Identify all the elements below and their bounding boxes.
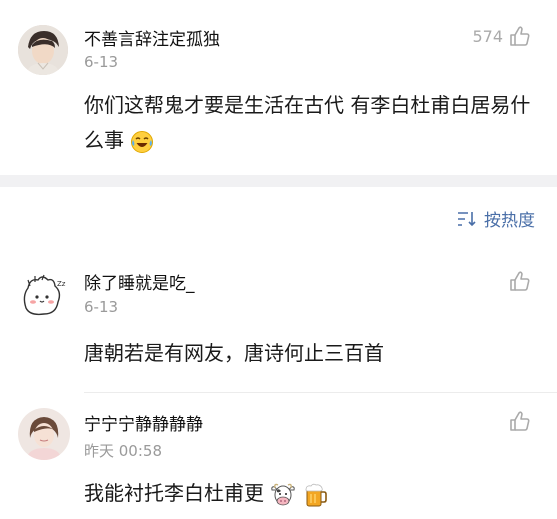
avatar-photo-icon [18, 25, 68, 75]
reply-comment: Zz 除了睡就是吃_ 6-13 唐朝若是有网友，唐诗何止三百首 [0, 260, 557, 390]
sort-icon [458, 211, 476, 226]
comment-text: 你们这帮鬼才要是生活在古代 有李白杜甫白居易什么事 [84, 88, 539, 158]
username[interactable]: 不善言辞注定孤独 [84, 25, 220, 50]
username[interactable]: 除了睡就是吃_ [84, 269, 195, 294]
like-button[interactable] [509, 410, 531, 432]
comment-date: 昨天 00:58 [84, 442, 162, 460]
divider [84, 392, 557, 393]
comment-text: 唐朝若是有网友，唐诗何止三百首 [84, 341, 384, 365]
laughing-tears-emoji [131, 130, 154, 153]
comment-text: 我能衬托李白杜甫更 [84, 476, 539, 511]
avatar[interactable]: Zz [18, 270, 70, 322]
comment-text-content: 我能衬托李白杜甫更 [84, 481, 264, 505]
sort-label: 按热度 [484, 211, 535, 231]
sort-by-hot-button[interactable]: 按热度 [457, 206, 535, 231]
reply-comment: 宁宁宁静静静静 昨天 00:58 我能衬托李白杜甫更 [0, 400, 557, 519]
username[interactable]: 宁宁宁静静静静 [84, 410, 203, 435]
like-count: 574 [472, 26, 503, 46]
thumbs-up-icon [510, 271, 530, 291]
like-button[interactable] [509, 270, 531, 292]
comment-date: 6-13 [84, 53, 119, 71]
cow-emoji [271, 483, 296, 505]
section-separator [0, 175, 557, 187]
like-button[interactable]: 574 [472, 25, 531, 47]
svg-text:Zz: Zz [57, 280, 66, 288]
thumbs-up-icon [510, 411, 530, 431]
comment-date: 6-13 [84, 298, 119, 316]
avatar-photo-icon [18, 408, 70, 460]
main-comment: 不善言辞注定孤独 6-13 574 你们这帮鬼才要是生活在古代 有李白杜甫白居易… [0, 0, 557, 175]
thumbs-up-icon [510, 26, 530, 46]
avatar[interactable] [18, 408, 70, 460]
avatar-cartoon-icon: Zz [18, 270, 70, 322]
beer-mug-emoji [305, 483, 327, 506]
avatar[interactable] [18, 25, 68, 75]
